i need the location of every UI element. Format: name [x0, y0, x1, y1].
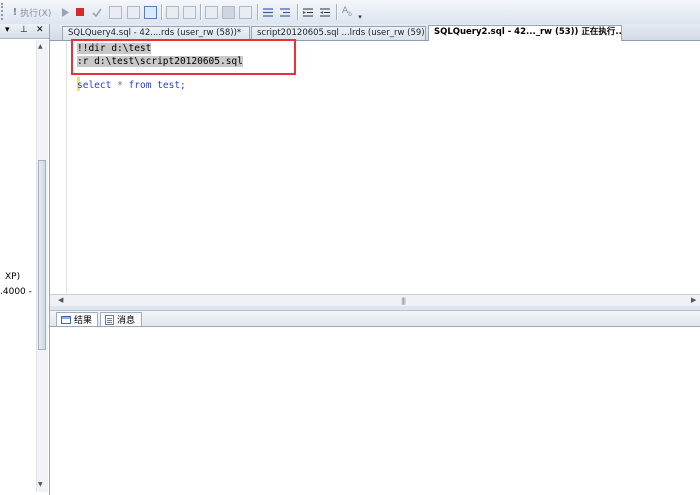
operator-star: * [117, 80, 123, 91]
results-tab-strip: 结果 消息 [50, 311, 700, 327]
message-icon [105, 314, 114, 325]
panel-header: ▾ ⊥ ✕ [0, 24, 49, 39]
results-text-icon[interactable] [204, 5, 218, 19]
horizontal-scrollbar[interactable]: ◀ ||| ▶ [50, 294, 700, 306]
scroll-up-icon[interactable]: ▲ [38, 43, 43, 50]
scroll-right-icon[interactable]: ▶ [691, 296, 696, 304]
gutter-divider [66, 41, 67, 294]
results-scroll-area[interactable] [670, 327, 680, 495]
execute-label: 执行(X) [20, 8, 52, 19]
scroll-down-icon[interactable]: ▼ [38, 481, 43, 488]
tab-messages-label: 消息 [117, 316, 136, 326]
results-grid-icon[interactable] [221, 5, 235, 19]
toolbar-separator [257, 4, 258, 20]
table-name-text: test; [157, 80, 186, 91]
tab-sqlquery4[interactable]: SQLQuery4.sql - 42....rds (user_rw (58))… [62, 26, 250, 40]
tab-results-label: 结果 [74, 316, 93, 326]
tab-sqlquery2[interactable]: SQLQuery2.sql - 42..._rw (53)) 正在执行...* [428, 25, 622, 41]
toolbar-separator [200, 4, 201, 20]
toolbar-separator [161, 4, 162, 20]
vertical-scrollbar[interactable]: ▲ ▼ [36, 40, 48, 492]
toolbar-separator [336, 4, 337, 20]
indent-icon[interactable] [318, 5, 332, 19]
grid-icon [61, 315, 71, 324]
debug-icon[interactable] [60, 5, 70, 19]
highlight-annotation-box [71, 39, 296, 75]
query-options-icon[interactable] [143, 5, 157, 19]
execute-button[interactable]: ! 执行(X) [10, 5, 54, 19]
object-explorer-panel: ▾ ⊥ ✕ XP) .4000 - ▲ ▼ [0, 24, 50, 495]
scroll-left-icon[interactable]: ◀ [58, 296, 63, 304]
uncomment-icon[interactable] [278, 5, 292, 19]
pin-icon[interactable]: ⊥ [20, 25, 28, 35]
toolbar-separator [297, 4, 298, 20]
dropdown-icon[interactable]: ▾ [5, 25, 10, 35]
specify-values-icon[interactable]: Ab [340, 5, 354, 19]
toolbar-overflow-icon[interactable]: ▾ [356, 12, 364, 22]
sql-editor-toolbar: ! 执行(X) Ab ▾ [0, 0, 700, 25]
scrollbar-thumb[interactable] [38, 160, 46, 350]
check-icon[interactable] [91, 5, 103, 19]
parse-icon[interactable] [108, 5, 122, 19]
stop-icon[interactable] [75, 5, 85, 19]
server-text: XP) [5, 272, 21, 282]
tab-messages[interactable]: 消息 [100, 312, 142, 326]
results-file-icon[interactable] [238, 5, 252, 19]
execute-icon: ! [12, 6, 18, 18]
include-plan-icon[interactable] [182, 5, 196, 19]
comment-icon[interactable] [261, 5, 275, 19]
tab-results[interactable]: 结果 [56, 312, 98, 326]
estimated-plan-icon[interactable] [126, 5, 140, 19]
outdent-icon[interactable] [301, 5, 315, 19]
keyword-from: from [128, 80, 152, 91]
intellisense-icon[interactable] [165, 5, 179, 19]
server-version-text: .4000 - [0, 287, 32, 297]
scrollbar-grip-icon[interactable]: ||| [401, 297, 406, 305]
tab-script20120605[interactable]: script20120605.sql ...lrds (user_rw (59)… [251, 26, 426, 40]
close-icon[interactable]: ✕ [36, 25, 44, 35]
results-pane: 结果 消息 [50, 311, 700, 495]
toolbar-grip[interactable] [1, 3, 6, 20]
query-editor[interactable]: !!dir d:\test :r d:\test\script20120605.… [50, 39, 700, 294]
code-line[interactable]: select * from test; [77, 79, 186, 92]
keyword-select: select [77, 80, 112, 91]
